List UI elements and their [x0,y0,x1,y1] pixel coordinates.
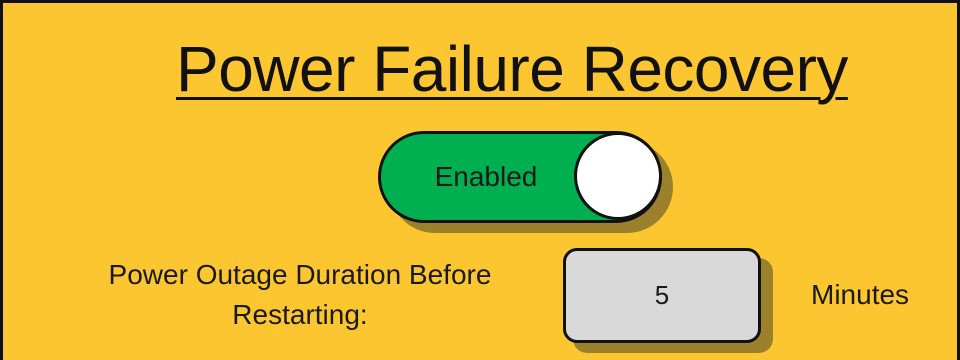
toggle-label: Enabled [434,161,538,192]
outage-duration-input[interactable] [563,248,761,343]
power-recovery-toggle[interactable]: Enabled [378,131,662,223]
outage-duration-label-line1: Power Outage Duration Before [108,259,492,290]
toggle-knob[interactable] [574,132,662,220]
outage-duration-label-line2: Restarting: [232,299,368,330]
outage-duration-label: Power Outage Duration Before Restarting: [65,255,535,335]
power-failure-recovery-panel: Power Failure Recovery Enabled Power Out… [0,0,960,360]
minutes-unit-label: Minutes [811,279,910,310]
page-title: Power Failure Recovery [176,33,848,105]
